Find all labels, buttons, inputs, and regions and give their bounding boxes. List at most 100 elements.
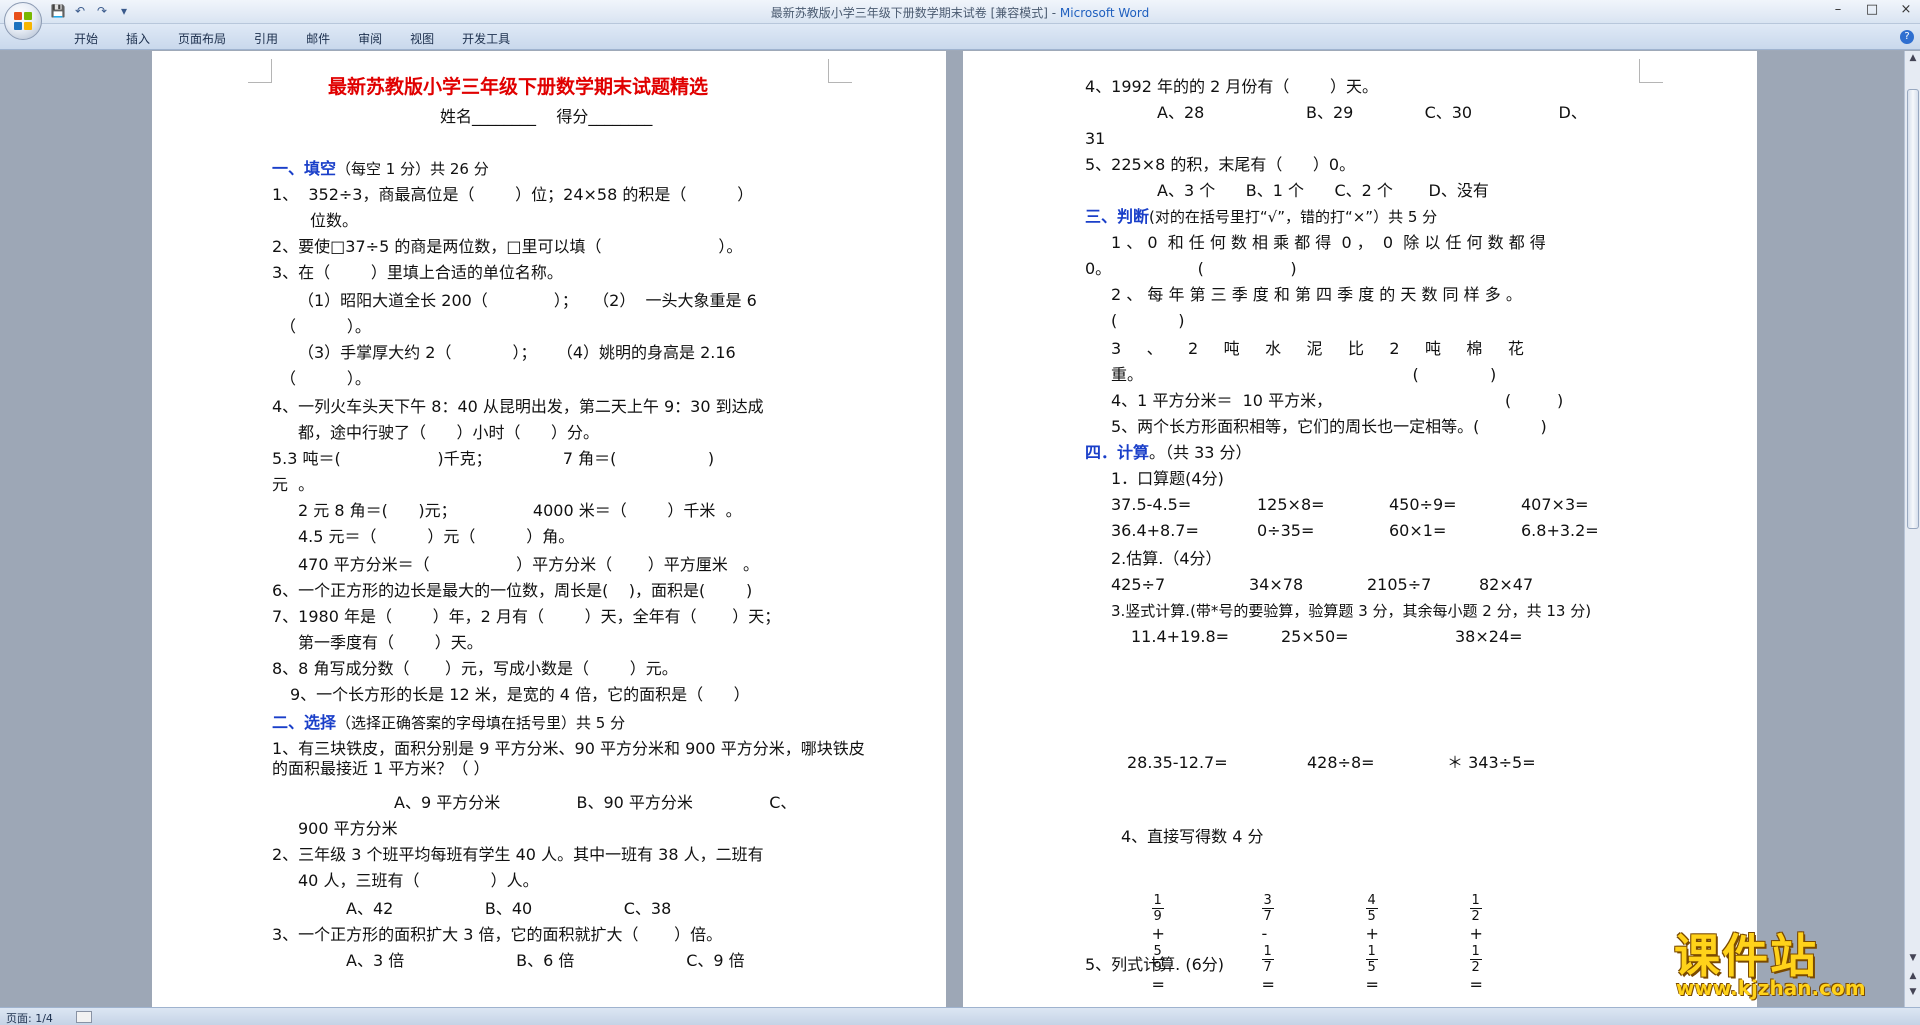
- question-text: 3、在（ ）里填上合适的单位名称。: [272, 263, 563, 282]
- calc-item: 37.5-4.5=: [1111, 495, 1192, 514]
- option-text: A、3 倍 B、6 倍 C、9 倍: [346, 951, 745, 970]
- question-text: 重。 ( ): [1111, 365, 1497, 384]
- question-text: 4、一列火车头天下午 8：40 从昆明出发，第二天上午 9：30 到达成: [272, 397, 764, 416]
- next-page-icon[interactable]: ▼: [1907, 987, 1919, 1001]
- close-button[interactable]: ×: [1898, 2, 1914, 17]
- tab-insert[interactable]: 插入: [112, 30, 164, 47]
- question-text: （3）手掌厚大约 2（ ）； （4）姚明的身高是 2.16: [298, 343, 736, 362]
- question-text: 1、 352÷3，商最高位是（ ）位；24×58 的积是（ ）: [272, 185, 754, 204]
- office-button[interactable]: [4, 2, 42, 40]
- question-text: ( ): [1111, 311, 1185, 330]
- maximize-button[interactable]: □: [1864, 2, 1880, 17]
- question-text: 4、1992 年的的 2 月份有（ ）天。: [1085, 77, 1379, 96]
- page-2: 4、1992 年的的 2 月份有（ ）天。 A、28 B、29 C、30 D、 …: [963, 51, 1757, 1007]
- question-text: 2、三年级 3 个班平均每班有学生 40 人。其中一班有 38 人，二班有: [272, 845, 764, 864]
- tab-developer[interactable]: 开发工具: [448, 30, 524, 47]
- section-3-note: (对的在括号里打“√”，错的打“×”）共 5 分: [1149, 208, 1438, 226]
- page-indicator[interactable]: 页面: 1/4: [6, 1010, 53, 1025]
- option-text: A、28 B、29 C、30 D、: [1157, 103, 1587, 122]
- tab-home[interactable]: 开始: [60, 30, 112, 47]
- question-text: 都，途中行驶了（ ）小时（ ）分。: [298, 423, 600, 442]
- fraction-item: 19 + 59 =: [1151, 893, 1165, 994]
- watermark-logo: 课件站 www.kjzhan.com: [1660, 920, 1900, 1002]
- question-text: 6、一个正方形的边长是最大的一位数，周长是( )，面积是( ): [272, 581, 753, 600]
- question-text: 2、要使□37÷5 的商是两位数，□里可以填（ ）。: [272, 237, 743, 256]
- prev-page-icon[interactable]: ▲: [1907, 971, 1919, 985]
- scroll-down-icon[interactable]: ▼: [1907, 953, 1919, 967]
- office-logo-icon: [14, 12, 33, 31]
- option-text: A、3 个 B、1 个 C、2 个 D、没有: [1157, 181, 1489, 200]
- page-1: 最新苏教版小学三年级下册数学期末试题精选 姓名________ 得分______…: [152, 51, 946, 1007]
- sub-heading: 3.竖式计算.(带*号的要验算，验算题 3 分，其余每小题 2 分，共 13 分…: [1111, 602, 1592, 620]
- title-bar: 💾 ↶ ↷ ▾ 最新苏教版小学三年级下册数学期末试卷 [兼容模式] - Micr…: [0, 0, 1920, 24]
- section-2-note: （选择正确答案的字母填在括号里）共 5 分: [336, 714, 626, 732]
- sub-heading: 1．口算题(4分): [1111, 469, 1224, 488]
- window-title: 最新苏教版小学三年级下册数学期末试卷 [兼容模式] - Microsoft Wo…: [0, 4, 1920, 21]
- question-text: （ ）。: [280, 317, 371, 336]
- question-text: 位数。: [310, 211, 359, 230]
- tab-mailings[interactable]: 邮件: [292, 30, 344, 47]
- calc-item: 407×3=: [1521, 495, 1589, 514]
- calc-item: 38×24=: [1455, 627, 1523, 646]
- calc-item: 28.35-12.7=: [1127, 753, 1228, 772]
- calc-item: 25×50=: [1281, 627, 1349, 646]
- question-text: 3、一个正方形的面积扩大 3 倍，它的面积就扩大（ ）倍。: [272, 925, 723, 944]
- calc-item: 450÷9=: [1389, 495, 1457, 514]
- watermark-url: www.kjzhan.com: [1676, 976, 1866, 1000]
- app-name: Microsoft Word: [1059, 6, 1150, 20]
- question-text: （1）昭阳大道全长 200（ ）； （2） 一头大象重是 6: [298, 291, 757, 310]
- question-text: 2 、 每 年 第 三 季 度 和 第 四 季 度 的 天 数 同 样 多 。: [1111, 285, 1522, 304]
- option-text: A、42 B、40 C、38: [346, 899, 672, 918]
- question-text: 第一季度有（ ）天。: [298, 633, 483, 652]
- document-title: 最新苏教版小学三年级下册数学期末试卷 [兼容模式] -: [770, 6, 1060, 20]
- tab-review[interactable]: 审阅: [344, 30, 396, 47]
- question-text: 0。 ( ): [1085, 259, 1297, 278]
- question-text: 元 。: [272, 475, 315, 494]
- calc-item: 60×1=: [1389, 521, 1447, 540]
- question-text: 1 、 0 和 任 何 数 相 乘 都 得 0 ， 0 除 以 任 何 数 都 …: [1111, 233, 1546, 252]
- calc-item: 425÷7: [1111, 575, 1166, 594]
- section-1-heading: 一、填空: [272, 159, 337, 178]
- calc-item: 125×8=: [1257, 495, 1325, 514]
- option-text: 900 平方分米: [298, 819, 398, 838]
- vertical-scrollbar[interactable]: ▲ ▼ ▲ ▼: [1904, 51, 1920, 1007]
- fraction-item: 45 + 15 =: [1365, 893, 1379, 994]
- tab-page-layout[interactable]: 页面布局: [164, 30, 240, 47]
- question-text: 7、1980 年是（ ）年，2 月有（ ）天，全年有（ ）天；: [272, 607, 781, 626]
- scroll-up-icon[interactable]: ▲: [1907, 53, 1919, 67]
- fraction-item: 37 - 17 =: [1261, 893, 1275, 994]
- sub-heading: 2.估算.（4分）: [1111, 549, 1222, 568]
- help-icon[interactable]: ?: [1900, 30, 1914, 44]
- calc-item: 82×47: [1479, 575, 1534, 594]
- minimize-button[interactable]: –: [1830, 2, 1846, 17]
- option-text: 31: [1085, 129, 1106, 148]
- tab-view[interactable]: 视图: [396, 30, 448, 47]
- sub-heading: 4、直接写得数 4 分: [1121, 827, 1264, 846]
- question-text: 40 人，三班有（ ）人。: [298, 871, 539, 890]
- question-text: 4、1 平方分米＝ 10 平方米， ( ): [1111, 391, 1564, 410]
- calc-item: 6.8+3.2=: [1521, 521, 1599, 540]
- name-score-line: 姓名________ 得分________: [440, 107, 653, 126]
- tab-references[interactable]: 引用: [240, 30, 292, 47]
- question-text: 5.3 吨＝( )千克； 7 角＝( ): [272, 449, 715, 468]
- proofing-icon[interactable]: [76, 1011, 92, 1023]
- question-text: 5、225×8 的积，末尾有（ ）0。: [1085, 155, 1356, 174]
- question-text: 2 元 8 角＝( )元； 4000 米＝（ ）千米 。: [298, 501, 742, 520]
- margin-corner-mark: [828, 59, 852, 83]
- question-text: 4.5 元＝（ ）元（ ）角。: [298, 527, 575, 546]
- window-controls: – □ ×: [1830, 2, 1914, 17]
- section-1-note: （每空 1 分）共 26 分: [336, 160, 489, 178]
- scrollbar-thumb[interactable]: [1907, 89, 1919, 529]
- section-4-note: 。（共 33 分）: [1149, 443, 1252, 462]
- section-2-heading: 二、选择: [272, 713, 337, 732]
- exam-title: 最新苏教版小学三年级下册数学期末试题精选: [328, 76, 709, 98]
- section-3-heading: 三、判断: [1085, 207, 1150, 226]
- document-area: 最新苏教版小学三年级下册数学期末试题精选 姓名________ 得分______…: [0, 51, 1904, 1007]
- sub-heading: 5、列式计算. (6分): [1085, 955, 1225, 974]
- margin-corner-mark: [1639, 59, 1663, 83]
- question-text: 1、有三块铁皮，面积分别是 9 平方分米、90 平方分米和 900 平方分米，哪…: [272, 739, 865, 778]
- section-4-heading: 四．计算: [1085, 443, 1150, 462]
- question-text: 3 、 2 吨 水 泥 比 2 吨 棉 花: [1111, 339, 1524, 358]
- calc-item: 34×78: [1249, 575, 1304, 594]
- question-text: 9、一个长方形的长是 12 米，是宽的 4 倍，它的面积是（ ）: [290, 685, 750, 704]
